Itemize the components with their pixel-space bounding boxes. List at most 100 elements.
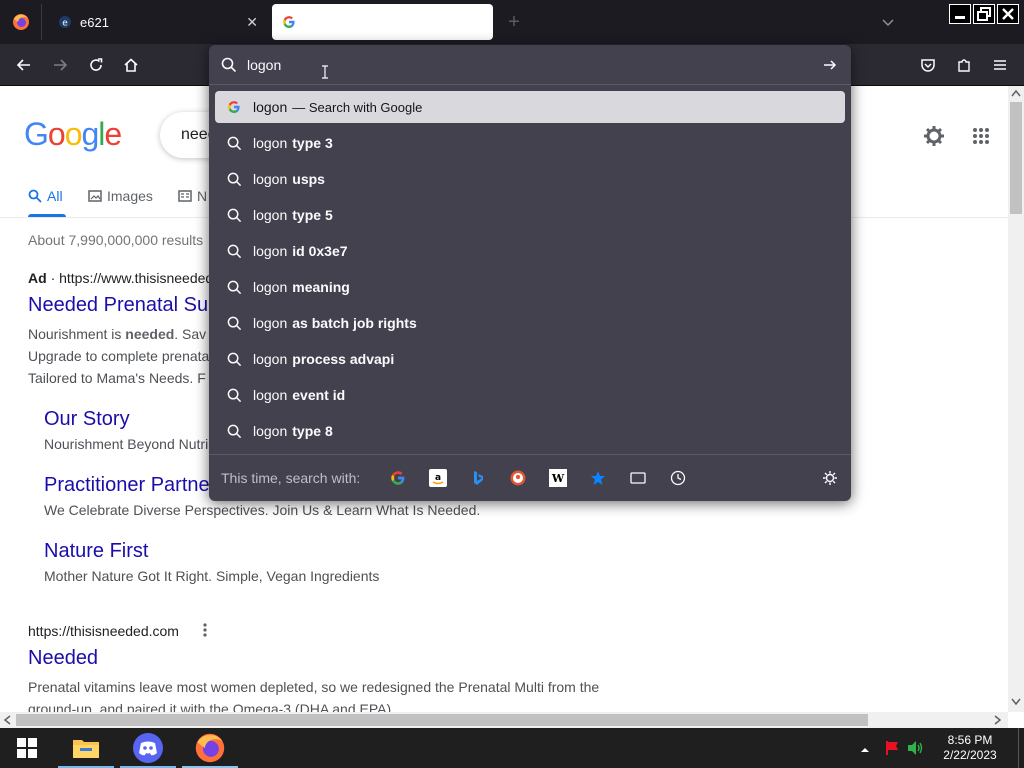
tab-e621[interactable]: e e621 ✕ (44, 4, 268, 40)
close-window-button[interactable] (997, 4, 1019, 24)
suggestion-typed-text: logon (253, 279, 288, 295)
suggestion-row[interactable]: logon process advapi (215, 343, 845, 375)
suggestion-row[interactable]: logon event id (215, 379, 845, 411)
taskbar-discord[interactable] (118, 728, 178, 768)
svg-text:a: a (435, 473, 441, 483)
windows-taskbar: 8:56 PM 2/22/2023 (0, 728, 1024, 768)
google-apps-button[interactable] (972, 127, 990, 150)
scroll-right-icon[interactable] (994, 715, 1002, 725)
sitelink-title[interactable]: Practitioner Partne (44, 474, 210, 497)
suggestion-row[interactable]: logon id 0x3e7 (215, 235, 845, 267)
sitelink-title[interactable]: Nature First (44, 540, 148, 563)
suggestion-row[interactable]: logon usps (215, 163, 845, 195)
history-button[interactable] (669, 469, 687, 487)
search-icon (221, 57, 237, 73)
search-icon (221, 172, 247, 187)
suggestion-row[interactable]: logon type 3 (215, 127, 845, 159)
arrow-left-icon (16, 59, 30, 71)
show-hidden-icons-button[interactable] (860, 742, 870, 760)
engine-amazon-button[interactable]: a (429, 469, 447, 487)
clock-date: 2/22/2023 (943, 748, 997, 762)
engine-bing-button[interactable] (469, 469, 487, 487)
pocket-button[interactable] (915, 52, 941, 78)
more-options-button[interactable] (200, 622, 210, 643)
scroll-left-icon[interactable] (3, 715, 11, 725)
app-menu-button[interactable] (987, 52, 1013, 78)
hamburger-icon (994, 60, 1006, 70)
start-button[interactable] (0, 728, 54, 768)
vertical-scrollbar[interactable] (1008, 86, 1024, 712)
suggestion-row[interactable]: logon as batch job rights (215, 307, 845, 339)
suggestion-row[interactable]: logon meaning (215, 271, 845, 303)
sitelink-title[interactable]: Our Story (44, 408, 130, 431)
google-logo[interactable]: Google (24, 116, 122, 153)
taskbar-file-explorer[interactable] (56, 728, 116, 768)
ad-url[interactable]: · https://www.thisisneeded (51, 270, 214, 286)
organic-desc-line: ground-up, and paired it with the Omega-… (28, 701, 396, 712)
suggestion-completion-text: id 0x3e7 (292, 243, 348, 259)
search-icon (221, 424, 247, 439)
minimize-icon (955, 16, 965, 19)
ad-desc-line: Upgrade to complete prenata (28, 348, 210, 364)
taskbar-firefox[interactable] (180, 728, 240, 768)
suggestion-completion-text: event id (292, 387, 346, 403)
firefox-view-button[interactable] (0, 4, 42, 40)
flag-tray-icon[interactable] (884, 740, 900, 761)
ad-title-link[interactable]: Needed Prenatal Su (28, 294, 208, 317)
volume-tray-icon[interactable] (907, 740, 925, 761)
search-icon (221, 316, 247, 331)
back-button[interactable] (11, 52, 37, 78)
ad-header: Ad · https://www.thisisneeded (28, 270, 213, 286)
restore-button[interactable] (973, 4, 995, 24)
suggestion-typed-text: logon (253, 207, 288, 223)
discord-icon (133, 733, 163, 763)
forward-button[interactable] (47, 52, 73, 78)
engine-duckduckgo-button[interactable] (509, 469, 527, 487)
settings-button[interactable] (922, 124, 946, 153)
bookmarks-button[interactable] (589, 469, 607, 487)
search-icon (221, 352, 247, 367)
suggestion-typed-text: logon (253, 387, 288, 403)
suggestion-row[interactable]: logon type 5 (215, 199, 845, 231)
duckduckgo-icon (510, 470, 526, 486)
reload-button[interactable] (83, 52, 109, 78)
organic-description: Prenatal vitamins leave most women deple… (28, 676, 599, 712)
scroll-down-icon[interactable] (1011, 698, 1021, 706)
windows-logo-icon (17, 738, 37, 758)
tab-active-google[interactable] (272, 4, 493, 40)
suggestion-completion-text: type 3 (292, 135, 333, 151)
organic-url[interactable]: https://thisisneeded.com (28, 623, 179, 639)
suggestion-search-with-google[interactable]: logon — Search with Google (215, 91, 845, 123)
news-icon (178, 190, 192, 202)
vertical-scroll-thumb[interactable] (1010, 102, 1022, 214)
list-all-tabs-button[interactable] (874, 4, 902, 40)
urlbar-dropdown: logon — Search with Google logontype 3lo… (209, 45, 851, 501)
tab-news[interactable]: N (178, 188, 207, 204)
home-button[interactable] (118, 52, 144, 78)
tabs-button[interactable] (629, 469, 647, 487)
suggestion-row[interactable]: logon type 8 (215, 415, 845, 447)
organic-title-link[interactable]: Needed (28, 647, 98, 670)
sitelink-desc: We Celebrate Diverse Perspectives. Join … (44, 502, 481, 518)
one-off-search-bar: This time, search with: a W (209, 454, 851, 501)
gear-icon (823, 471, 837, 485)
close-tab-icon[interactable]: ✕ (246, 14, 258, 31)
search-settings-button[interactable] (821, 469, 839, 487)
home-icon (124, 58, 138, 72)
scroll-up-icon[interactable] (1011, 89, 1021, 97)
clock[interactable]: 8:56 PM 2/22/2023 (938, 733, 1002, 763)
urlbar-input[interactable] (247, 55, 807, 75)
minimize-button[interactable] (949, 4, 971, 24)
new-tab-button[interactable]: + (500, 4, 528, 40)
restore-icon (977, 7, 991, 21)
show-desktop-button[interactable] (1018, 728, 1024, 768)
engine-wikipedia-button[interactable]: W (549, 469, 567, 487)
tab-all[interactable]: All (28, 188, 63, 204)
extensions-button[interactable] (951, 52, 977, 78)
horizontal-scrollbar[interactable] (0, 712, 1008, 728)
horizontal-scroll-thumb[interactable] (16, 714, 868, 726)
tab-images[interactable]: Images (88, 188, 153, 204)
go-arrow-icon[interactable] (822, 57, 838, 73)
engine-google-button[interactable] (389, 469, 407, 487)
urlbar[interactable] (209, 45, 851, 85)
